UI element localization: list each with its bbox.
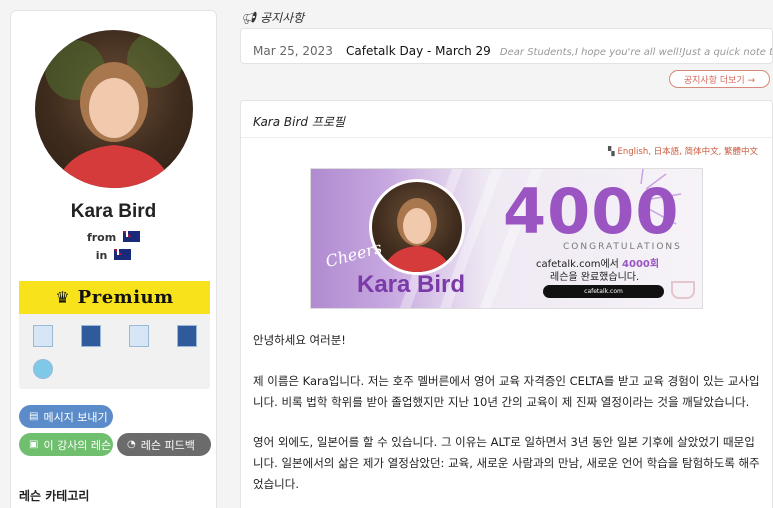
chat-icon: ◔ (127, 439, 136, 450)
in-label: in (95, 249, 108, 262)
achievement-badge-icon[interactable] (33, 325, 53, 347)
achievement-badge-icon[interactable] (129, 325, 149, 347)
send-message-label: 메시지 보내기 (43, 410, 108, 424)
banner-name: Kara Bird (357, 271, 466, 298)
lang-english[interactable]: English (618, 147, 649, 157)
achievement-badge-icon[interactable] (177, 325, 197, 347)
from-label: from (86, 231, 117, 244)
badge-panel: ♛ Premium (19, 281, 210, 389)
banner-completed: 레슨을 완료했습니다. (550, 272, 640, 283)
book-icon: ▚ (607, 147, 615, 157)
notice-header: 📢︎ 공지사항 (241, 9, 304, 26)
australia-flag-icon (114, 249, 132, 260)
living-country: in (11, 249, 216, 262)
notice-date: Mar 25, 2023 (253, 44, 333, 58)
banner-congrats: CONGRATULATIONS (563, 242, 682, 252)
tutor-lessons-label: 이 강사의 레슨 (43, 438, 112, 452)
profile-section: Kara Bird 프로필 ▚English, 日本語, 简体中文, 繁體中文 (240, 100, 773, 508)
profile-header: Kara Bird 프로필 (253, 115, 345, 129)
achievement-badge-icon[interactable] (33, 359, 53, 379)
banner-photo (369, 179, 465, 275)
tutor-lessons-button[interactable]: ▣ 이 강사의 레슨 (19, 433, 113, 456)
intro-paragraph: 제 이름은 Kara입니다. 저는 호주 멜버른에서 영어 교육 자격증인 CE… (253, 374, 760, 409)
language-switcher: ▚ English, 日本語, 简体中文, 繁體中文 (607, 147, 758, 157)
intro-paragraph: 안녕하세요 여러분! (253, 333, 346, 347)
banner-number: 4000 (503, 175, 680, 248)
premium-badge[interactable]: ♛ Premium (19, 281, 210, 314)
banner-url: cafetalk.com (543, 285, 664, 298)
more-notices-button[interactable]: 공지사항 더보기 → (669, 70, 770, 88)
megaphone-icon: 📢︎ (241, 11, 257, 25)
divider (241, 137, 772, 138)
notice-snippet: Dear Students,I hope you're all well!Jus… (499, 47, 773, 58)
lesson-feedback-button[interactable]: ◔ 레슨 피드백 (117, 433, 211, 456)
profile-card: Kara Bird from in ♛ Premium ▤ 메시지 보내기 ▣ … (10, 10, 217, 508)
from-country: from (11, 231, 216, 244)
lang-simplified-chinese[interactable]: 简体中文 (685, 147, 719, 157)
lang-japanese[interactable]: 日本語 (654, 147, 680, 157)
milestone-banner: Cheers Kara Bird 4000 CONGRATULATIONS ca… (310, 168, 703, 309)
avatar[interactable] (35, 30, 193, 188)
tutor-name: Kara Bird (70, 201, 157, 222)
notice-header-label: 공지사항 (260, 11, 305, 25)
banner-portrait-icon (382, 198, 452, 272)
intro-paragraph: 영어 외에도, 일본어를 할 수 있습니다. 그 이유는 ALT로 일하면서 3… (253, 435, 760, 491)
notice-item[interactable]: Mar 25, 2023 Cafetalk Day - March 29 Dea… (240, 28, 773, 64)
lesson-feedback-label: 레슨 피드백 (140, 438, 195, 452)
lesson-icon: ▣ (29, 439, 39, 450)
lang-traditional-chinese[interactable]: 繁體中文 (724, 147, 758, 157)
australia-flag-icon (123, 231, 141, 242)
premium-label: Premium (77, 287, 174, 308)
notice-title[interactable]: Cafetalk Day - March 29 (346, 44, 491, 58)
avatar-photo-icon (45, 32, 183, 188)
send-message-button[interactable]: ▤ 메시지 보내기 (19, 405, 113, 428)
teacup-icon (671, 281, 695, 299)
crown-icon: ♛ (55, 288, 70, 307)
achievement-badge-icon[interactable] (81, 325, 101, 347)
message-icon: ▤ (29, 411, 39, 422)
lesson-category-title: 레슨 카테고리 (19, 489, 90, 503)
